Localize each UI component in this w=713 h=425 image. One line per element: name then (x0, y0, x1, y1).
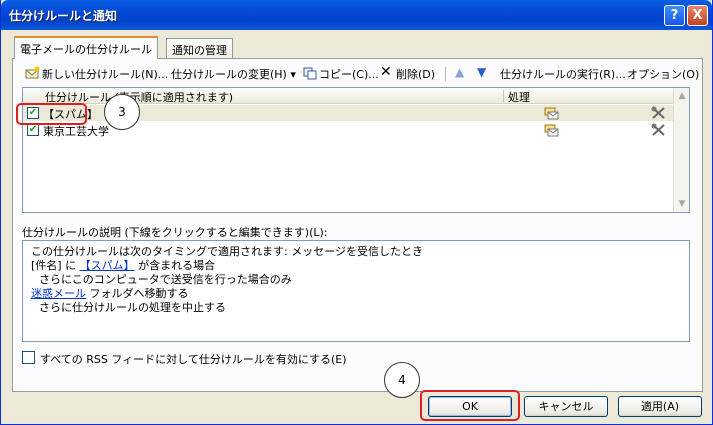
cancel-button[interactable]: キャンセル (524, 396, 608, 417)
new-rule-label: 新しい仕分けルール(N)... (42, 68, 169, 81)
tab-manage-alerts[interactable]: 通知の管理 (166, 38, 233, 59)
copy-icon (303, 67, 317, 80)
new-rule-icon (25, 66, 40, 79)
title-bar[interactable]: 仕分けルールと通知 ? X (1, 0, 712, 30)
rss-checkbox[interactable] (22, 351, 35, 364)
apply-button[interactable]: 適用(A) (618, 396, 702, 417)
copy-label: コピー(C)... (319, 68, 379, 81)
move-to-folder-icon (544, 107, 559, 120)
rules-toolbar: 新しい仕分けルール(N)... 仕分けルールの変更(H) ▾ コピー(C)...… (25, 64, 699, 83)
rss-label: すべての RSS フィードに対して仕分けルールを有効にする(E) (40, 353, 347, 366)
move-to-folder-icon (544, 124, 559, 137)
desc-line-5: さらに仕分けルールの処理を中止する (39, 301, 226, 314)
options-button[interactable]: オプション(O) (627, 66, 699, 82)
rule-checkbox-university[interactable]: ✔ (27, 124, 39, 136)
run-rules-button[interactable]: 仕分けルールの実行(R)... (500, 66, 626, 82)
step-3-callout: 3 (104, 94, 140, 130)
stop-processing-icon (651, 123, 665, 136)
tab-email-rules[interactable]: 電子メールの仕分けルール (14, 36, 158, 59)
rule-description-box: この仕分けルールは次のタイミングで適用されます: メッセージを受信したとき [件… (22, 240, 690, 342)
header-action[interactable]: 処理 (508, 89, 530, 105)
rules-and-alerts-dialog: 仕分けルールと通知 ? X 電子メールの仕分けルール 通知の管理 新しい仕分けル… (0, 0, 713, 425)
step-4-callout: 4 (384, 362, 420, 398)
rule-description-label: 仕分けルールの説明 (下線をクリックすると編集できます)(L): (22, 226, 328, 239)
highlight-box-spam-rule (16, 103, 87, 125)
window-title: 仕分けルールと通知 (9, 9, 118, 23)
highlight-box-ok (420, 390, 520, 421)
delete-label: 削除(D) (396, 68, 436, 81)
scroll-down-icon[interactable]: ▼ (674, 196, 690, 212)
scroll-up-icon[interactable]: ▲ (674, 88, 690, 104)
move-up-icon[interactable]: ▲ (455, 65, 464, 79)
close-button[interactable]: X (687, 5, 708, 26)
delete-icon: ✕ (380, 64, 392, 80)
rules-list-scrollbar[interactable]: ▲ ▼ (673, 88, 689, 212)
stop-processing-icon (651, 106, 665, 119)
toolbar-separator (445, 67, 446, 81)
help-button[interactable]: ? (664, 5, 685, 26)
rule-name-university: 東京工芸大学 (43, 125, 109, 138)
move-down-icon[interactable]: ▼ (477, 65, 486, 79)
header-divider (503, 90, 504, 102)
change-rule-button[interactable]: 仕分けルールの変更(H) ▾ (171, 66, 296, 82)
